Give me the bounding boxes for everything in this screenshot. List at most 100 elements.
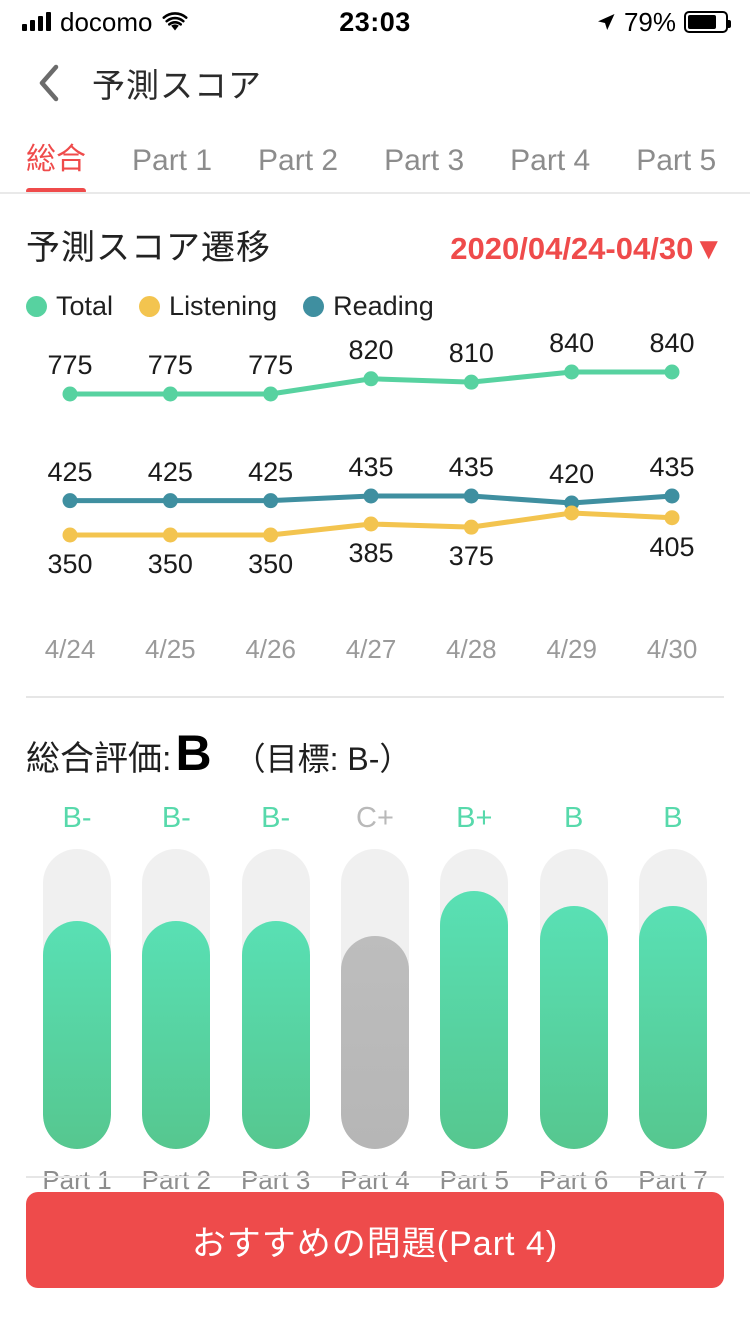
data-point-reading-1	[162, 493, 178, 509]
tab-bar-divider	[0, 192, 750, 194]
bar-column-7: B Part 7	[634, 802, 712, 1196]
score-trend-section: 予測スコア遷移 2020/04/24-04/30▼ Total Listenin…	[0, 194, 750, 698]
bar-track-7[interactable]	[638, 849, 707, 1149]
point-label-listening-0: 350	[47, 549, 93, 579]
tab-part-4[interactable]: Part 4	[510, 144, 590, 194]
bar-fill-7	[638, 906, 707, 1149]
recommended-questions-button[interactable]: おすすめの問題(Part 4)	[26, 1192, 724, 1288]
date-range-selector[interactable]: 2020/04/24-04/30▼	[450, 231, 724, 267]
bar-grade-label-1: B-	[62, 802, 92, 834]
bar-track-4[interactable]	[340, 849, 409, 1149]
data-point-total-3	[363, 371, 379, 387]
bar-fill-2	[142, 921, 211, 1149]
legend-item-listening: Listening	[139, 291, 277, 322]
bar-column-4: C+ Part 4	[336, 802, 414, 1196]
legend-label-listening: Listening	[169, 291, 278, 321]
tab-part-3[interactable]: Part 3	[384, 144, 464, 194]
point-label-listening-3: 385	[348, 538, 394, 568]
x-axis-tick-6: 4/30	[646, 634, 698, 664]
data-point-listening-3	[363, 516, 379, 532]
legend-label-reading: Reading	[333, 291, 434, 321]
bar-track-5[interactable]	[440, 849, 509, 1149]
point-label-listening-1: 350	[147, 549, 193, 579]
data-point-listening-5	[564, 505, 580, 521]
legend-dot-reading-icon	[303, 296, 325, 317]
bar-grade-label-6: B	[563, 802, 584, 834]
point-label-total-2: 775	[248, 350, 294, 380]
data-point-reading-3	[363, 488, 379, 504]
bar-fill-3	[241, 921, 310, 1149]
x-axis-tick-3: 4/27	[345, 634, 397, 664]
data-point-reading-2	[263, 493, 279, 509]
part-bars-chart: B- Part 1 B- Part 2 B- Part 3 C+ Part 4 B+ Part 5…	[0, 780, 750, 1196]
data-point-total-4	[463, 374, 479, 390]
data-point-total-5	[564, 364, 580, 380]
point-label-total-6: 840	[649, 328, 695, 358]
overall-grade-row: 総合評価: B （目標: B-）	[0, 698, 750, 780]
x-axis-tick-5: 4/29	[546, 634, 597, 664]
point-label-reading-6: 435	[649, 452, 695, 482]
x-axis-tick-1: 4/25	[145, 634, 196, 664]
data-point-total-2	[263, 386, 279, 402]
point-label-listening-4: 375	[448, 541, 494, 572]
score-trend-plot: 775 775 775 820 810 840 840 425 425 425 435 435 420 4…	[26, 328, 724, 632]
bar-column-6: B Part 6	[535, 802, 613, 1196]
legend-dot-total-icon	[26, 296, 47, 317]
data-point-total-0	[62, 386, 78, 402]
point-label-total-0: 775	[47, 350, 93, 380]
cta-divider	[26, 1176, 724, 1178]
legend-item-total: Total	[26, 291, 113, 322]
score-trend-title: 予測スコア遷移	[26, 229, 271, 267]
x-axis-tick-0: 4/24	[44, 634, 96, 664]
data-point-reading-6	[664, 488, 680, 504]
bar-grade-label-5: B+	[456, 802, 493, 834]
chart-legend: Total Listening Reading	[26, 291, 724, 322]
data-point-total-6	[664, 364, 680, 380]
legend-dot-listening-icon	[139, 296, 161, 317]
bar-grade-label-3: B-	[261, 802, 291, 834]
point-label-total-5: 840	[549, 328, 595, 358]
point-label-listening-6: 405	[649, 531, 695, 562]
point-label-reading-1: 425	[147, 456, 193, 487]
cta-container: おすすめの問題(Part 4)	[0, 1176, 750, 1334]
point-label-reading-4: 435	[448, 452, 494, 482]
tab-bar: 総合 Part 1 Part 2 Part 3 Part 4 Part 5	[0, 122, 750, 194]
tab-overall[interactable]: 総合	[26, 134, 86, 194]
tab-part-5[interactable]: Part 5	[636, 144, 716, 194]
data-point-reading-4	[463, 488, 479, 504]
point-label-total-4: 810	[448, 338, 494, 369]
tab-part-2[interactable]: Part 2	[258, 144, 338, 194]
data-point-listening-4	[463, 519, 479, 535]
bar-column-1: B- Part 1	[38, 802, 116, 1196]
bar-track-3[interactable]	[241, 849, 310, 1149]
back-button[interactable]	[26, 57, 70, 109]
x-axis-tick-2: 4/26	[245, 634, 296, 664]
bar-track-1[interactable]	[43, 849, 111, 1149]
point-label-total-1: 775	[147, 350, 193, 380]
tab-part-1[interactable]: Part 1	[132, 144, 212, 194]
legend-item-reading: Reading	[303, 291, 434, 322]
x-axis-tick-4: 4/28	[446, 634, 497, 664]
score-trend-header: 予測スコア遷移 2020/04/24-04/30▼	[26, 194, 724, 269]
bar-track-6[interactable]	[539, 849, 608, 1149]
point-label-listening-2: 350	[248, 549, 294, 579]
bar-column-5: B+ Part 5	[435, 802, 513, 1196]
bar-fill-6	[539, 906, 608, 1149]
overall-grade-value: B	[175, 725, 212, 781]
bar-grade-label-4: C+	[356, 802, 394, 834]
point-label-reading-2: 425	[248, 456, 294, 487]
x-axis: 4/24 4/25 4/26 4/27 4/28 4/29 4/30	[26, 634, 724, 680]
bar-fill-4	[340, 936, 409, 1149]
bar-track-2[interactable]	[142, 849, 211, 1149]
status-bar: docomo 23:03 79%	[0, 0, 750, 44]
bar-fill-5	[440, 891, 509, 1149]
legend-label-total: Total	[56, 291, 114, 321]
bar-column-3: B- Part 3	[237, 802, 315, 1196]
data-point-total-1	[162, 386, 178, 402]
point-label-total-3: 820	[348, 334, 394, 365]
bar-grade-label-7: B	[663, 802, 683, 834]
status-bar-time: 23:03	[339, 6, 411, 37]
data-point-listening-0	[62, 527, 78, 543]
point-label-reading-0: 425	[47, 456, 93, 487]
battery-icon	[684, 11, 731, 33]
